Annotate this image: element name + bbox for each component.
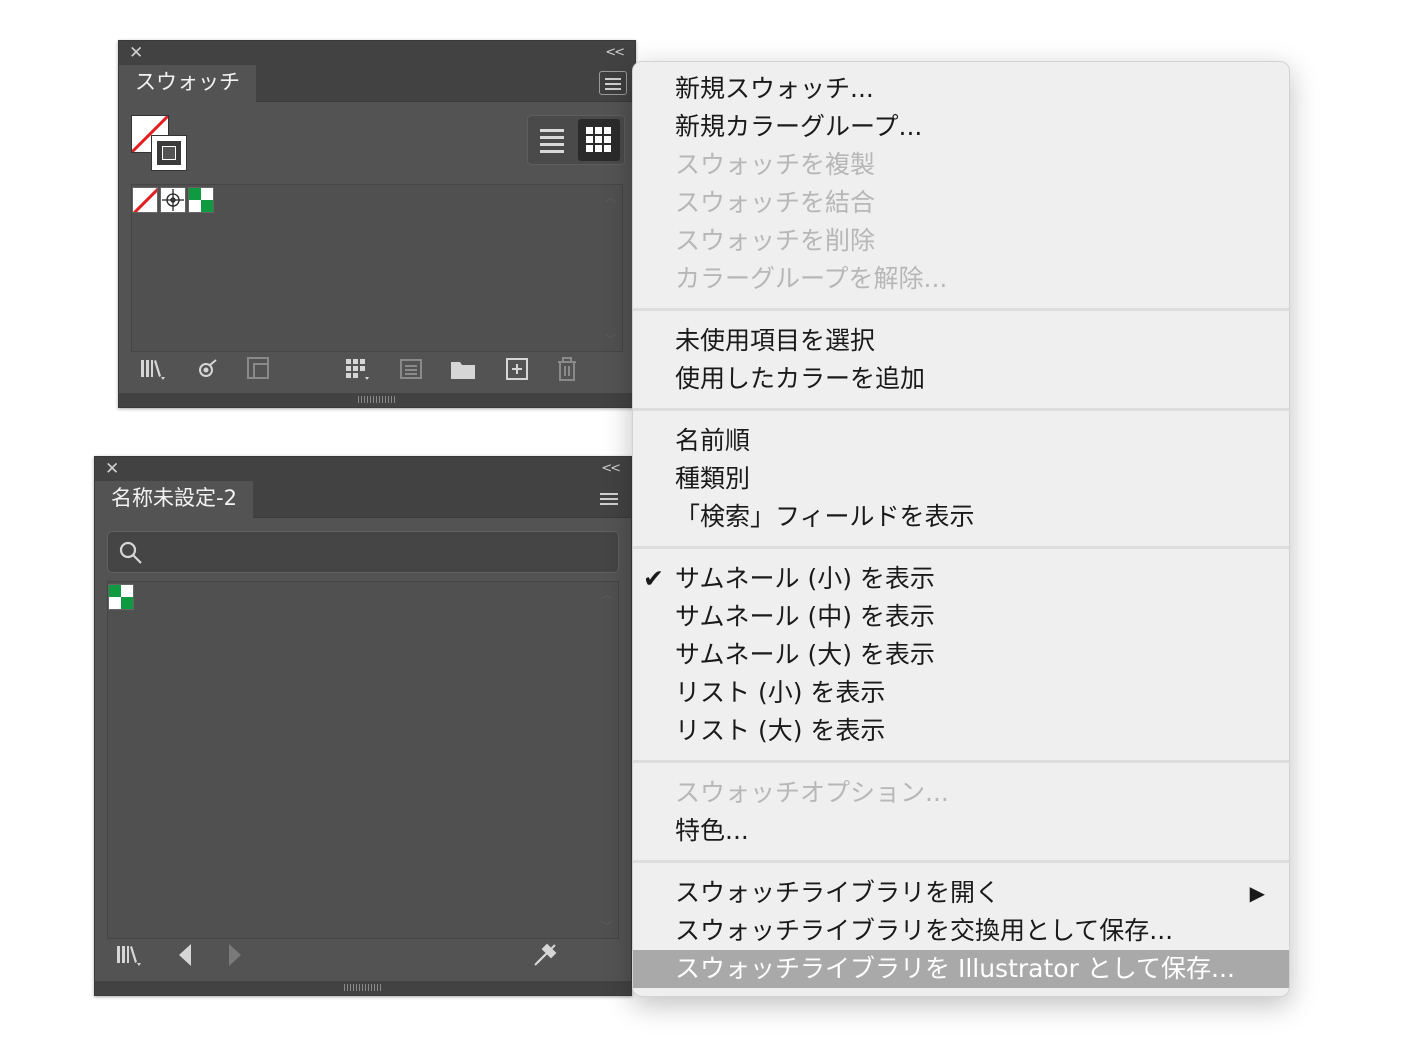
menu-separator	[633, 760, 1289, 763]
swatch-options-icon	[397, 355, 425, 383]
menu-item-ungroup-color-group: カラーグループを解除...	[675, 264, 948, 293]
menu-item-label: スウォッチライブラリを開く	[675, 878, 1001, 907]
menu-item-large-thumbnail[interactable]: サムネール (大) を表示	[633, 636, 1289, 674]
next-library-icon	[221, 941, 249, 969]
place-swatches-icon	[245, 355, 273, 383]
new-color-group-folder-icon[interactable]	[449, 355, 477, 383]
swatch-libraries-menu-icon[interactable]	[139, 355, 167, 383]
menu-item-large-list[interactable]: リスト (大) を表示	[633, 712, 1289, 750]
grid-view-button[interactable]	[578, 119, 620, 161]
menu-item-save-for-exchange[interactable]: スウォッチライブラリを交換用として保存...	[633, 912, 1289, 950]
menu-item-select-unused[interactable]: 未使用項目を選択	[633, 322, 1289, 360]
swatch-green-pattern[interactable]	[188, 187, 214, 213]
swatches-flyout-menu: 新規スウォッチ... 新規カラーグループ... スウォッチを複製 スウォッチを結…	[632, 61, 1290, 997]
swatch-green-pattern[interactable]	[108, 584, 134, 610]
tab-library-name[interactable]: 名称未設定-2	[95, 481, 253, 518]
search-field[interactable]	[107, 531, 619, 573]
close-panel-icon[interactable]: ✕	[105, 459, 119, 479]
search-input[interactable]	[152, 536, 606, 568]
collapse-panel-icon[interactable]: <<	[605, 43, 625, 63]
tab-swatches[interactable]: スウォッチ	[119, 65, 256, 102]
resize-grip[interactable]	[119, 393, 635, 407]
menu-item-add-used-colors[interactable]: 使用したカラーを追加	[633, 360, 1289, 398]
list-view-button[interactable]	[532, 120, 572, 160]
panel-footer	[119, 355, 635, 391]
menu-item-new-swatch[interactable]: 新規スウォッチ...	[633, 70, 1289, 108]
collapse-panel-icon[interactable]: <<	[601, 459, 621, 479]
menu-separator	[633, 308, 1289, 311]
panel-menu-button[interactable]	[599, 71, 627, 95]
view-toggle	[527, 115, 625, 165]
previous-library-icon[interactable]	[171, 941, 199, 969]
scroll-down-icon[interactable]: ﹀	[605, 331, 616, 347]
menu-item-new-color-group[interactable]: 新規カラーグループ...	[633, 108, 1289, 146]
scroll-up-icon[interactable]: ︿	[605, 189, 616, 205]
menu-item-label: サムネール (小) を表示	[675, 564, 935, 593]
swatch-libraries-menu-icon[interactable]	[115, 941, 143, 969]
scroll-up-icon[interactable]: ︿	[601, 586, 612, 602]
menu-item-medium-thumbnail[interactable]: サムネール (中) を表示	[633, 598, 1289, 636]
menu-item-delete-swatch: スウォッチを削除	[675, 226, 876, 255]
new-swatch-icon[interactable]	[503, 355, 531, 383]
menu-item-sort-by-name[interactable]: 名前順	[633, 422, 1289, 460]
menu-item-save-as-illustrator[interactable]: スウォッチライブラリを Illustrator として保存...	[633, 950, 1289, 988]
fill-stroke-widget[interactable]	[131, 115, 191, 175]
checkmark-icon: ✔	[643, 564, 664, 593]
swatch-none[interactable]	[132, 187, 158, 213]
delete-swatch-icon	[553, 355, 581, 383]
panel-footer	[95, 941, 631, 977]
submenu-arrow-icon: ▶	[1249, 881, 1265, 905]
menu-item-small-thumbnail[interactable]: ✔ サムネール (小) を表示	[633, 560, 1289, 598]
swatch-grid: ︿ ﹀	[131, 184, 623, 352]
menu-item-show-find-field[interactable]: 「検索」フィールドを表示	[633, 498, 1289, 536]
menu-item-merge-swatches: スウォッチを結合	[675, 188, 876, 217]
swatch-grid: ︿ ﹀	[107, 581, 619, 939]
menu-separator	[633, 408, 1289, 411]
color-group-icon[interactable]	[343, 355, 371, 383]
scroll-down-icon[interactable]: ﹀	[601, 918, 612, 934]
menu-separator	[633, 860, 1289, 863]
panel-titlebar: ✕ <<	[95, 457, 631, 481]
resize-grip[interactable]	[95, 981, 631, 995]
panel-menu-button[interactable]	[595, 487, 623, 511]
search-icon	[119, 541, 142, 564]
stroke-swatch[interactable]	[151, 135, 187, 171]
menu-item-spot-colors[interactable]: 特色...	[633, 812, 1289, 850]
menu-item-open-swatch-library[interactable]: スウォッチライブラリを開く ▶	[633, 874, 1289, 912]
menu-item-small-list[interactable]: リスト (小) を表示	[633, 674, 1289, 712]
swatches-panel: ✕ << スウォッチ ︿ ﹀	[118, 40, 636, 408]
menu-item-sort-by-kind[interactable]: 種類別	[633, 460, 1289, 498]
close-panel-icon[interactable]: ✕	[129, 43, 143, 63]
show-swatch-kinds-icon[interactable]	[193, 355, 221, 383]
menu-separator	[633, 546, 1289, 549]
panel-titlebar: ✕ <<	[119, 41, 635, 65]
menu-item-duplicate-swatch: スウォッチを複製	[675, 150, 876, 179]
swatch-library-panel: ✕ << 名称未設定-2 ︿ ﹀	[94, 456, 632, 996]
no-persist-library-icon[interactable]	[531, 941, 559, 969]
panel-tab-row: スウォッチ	[119, 65, 635, 102]
menu-item-swatch-options: スウォッチオプション...	[675, 778, 949, 807]
swatch-registration[interactable]	[160, 187, 186, 213]
panel-tab-row: 名称未設定-2	[95, 481, 631, 518]
